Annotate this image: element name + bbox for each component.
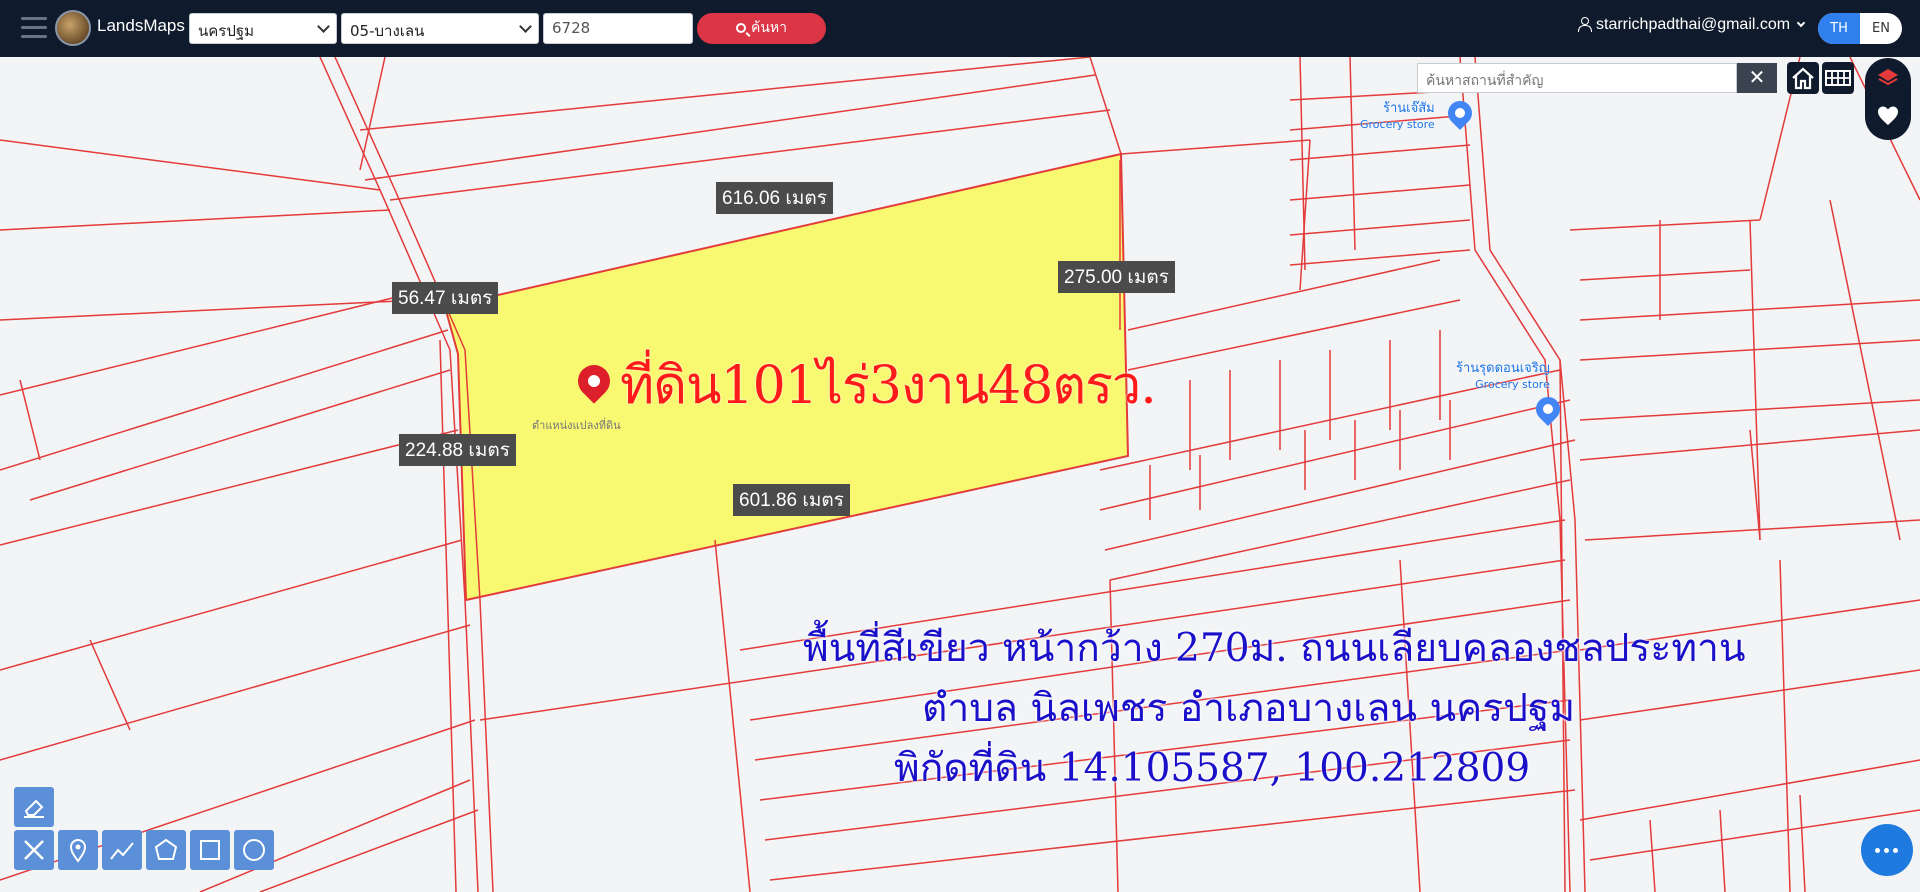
map-canvas[interactable]: 616.06 เมตร 275.00 เมตร 56.47 เมตร 224.8… [0,57,1920,892]
search-button[interactable]: ค้นหา [697,13,826,44]
eraser-icon[interactable] [14,787,54,827]
polygon-icon[interactable] [146,830,186,870]
dimension-label-top: 616.06 เมตร [716,182,833,214]
dimension-label-top-left: 56.47 เมตร [392,282,499,314]
overlay-text-line-1: พื้นที่สีเขียว หน้ากว้าง 270ม. ถนนเลียบค… [803,626,1746,671]
layers-icon[interactable] [1876,66,1900,90]
ruler-icon[interactable] [14,830,54,870]
poi-grocery-2[interactable]: ร้านรุดดอนเจริญ Grocery store [1456,357,1550,391]
poi-category: Grocery store [1475,378,1550,391]
poi-category: Grocery store [1360,118,1435,131]
search-icon [735,23,746,33]
amphoe-select-value: 05-บางเลน [350,22,425,40]
poi-grocery-1[interactable]: ร้านเจ๊สัม Grocery store [1360,97,1435,131]
dimension-label-right: 275.00 เมตร [1058,261,1175,293]
dimension-label-bottom: 601.86 เมตร [733,484,850,516]
lang-en-button[interactable]: EN [1860,13,1902,44]
province-select-value: นครปฐม [198,22,255,40]
menu-icon[interactable] [21,17,47,39]
poi-name: ร้านเจ๊สัม [1382,101,1435,116]
heart-icon[interactable] [1876,104,1900,128]
chevron-down-icon [1796,18,1806,28]
rectangle-icon[interactable] [190,830,230,870]
user-icon [1578,17,1592,32]
close-icon[interactable]: ✕ [1737,63,1777,93]
parcel-title: ที่ดิน101ไร่3งาน48ตรว. [620,356,1157,416]
polyline-icon[interactable] [102,830,142,870]
amphoe-select[interactable]: 05-บางเลน [341,13,539,44]
parcel-number-input[interactable]: 6728 [543,13,693,44]
dimension-label-left: 224.88 เมตร [399,434,516,466]
user-email: starrichpadthai@gmail.com [1596,16,1791,33]
poi-name: ร้านรุดดอนเจริญ [1456,361,1550,376]
top-navbar: LandsMaps นครปฐม 05-บางเลน 6728 ค้นหา st… [0,0,1920,57]
more-options-button[interactable] [1861,824,1913,876]
logo[interactable] [55,10,91,46]
brand-name: LandsMaps [97,16,185,35]
parcel-location-label: ตำแหน่งแปลงที่ดิน [532,419,621,432]
home-icon[interactable] [1787,62,1819,94]
grid-icon[interactable] [1822,62,1854,94]
parcel-number-value: 6728 [552,19,591,37]
province-select[interactable]: นครปฐม [189,13,337,44]
search-button-label: ค้นหา [750,20,788,36]
circle-icon[interactable] [234,830,274,870]
language-toggle: TH EN [1818,13,1902,44]
marker-icon[interactable] [58,830,98,870]
user-menu[interactable]: starrichpadthai@gmail.com [1578,16,1806,34]
layer-controls [1865,58,1911,140]
chevron-down-icon [317,20,330,33]
overlay-text-line-3: พิกัดที่ดิน 14.105587, 100.212809 [894,746,1531,791]
place-search-input[interactable]: ค้นหาสถานที่สำคัญ [1417,63,1737,93]
overlay-text-line-2: ตำบล นิลเพชร อำเภอบางเลน นครปฐม [922,686,1576,731]
chevron-down-icon [519,20,532,33]
lang-th-button[interactable]: TH [1818,13,1860,44]
